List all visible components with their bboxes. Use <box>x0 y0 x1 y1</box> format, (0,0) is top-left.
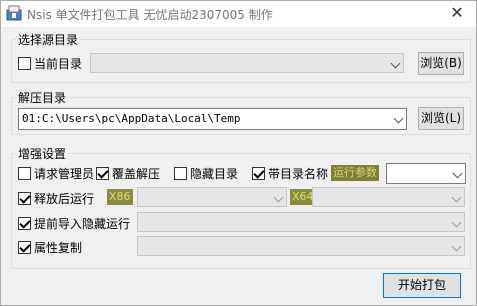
with-dir-name-checkbox[interactable] <box>252 167 265 180</box>
chevron-down-icon <box>452 168 463 179</box>
run-params-tag: 运行参数 <box>331 165 379 181</box>
chevron-down-icon <box>393 113 404 124</box>
request-admin-label[interactable]: 请求管理员 <box>34 165 94 182</box>
chevron-down-icon <box>451 192 462 203</box>
with-dir-name-label[interactable]: 带目录名称 <box>268 165 328 182</box>
app-window: Nsis 单文件打包工具 无忧启动2307005 制作 ✕ 选择源目录 当前目录… <box>0 0 477 306</box>
run-params-combo[interactable] <box>386 163 466 184</box>
extract-path-combo[interactable]: 01:C:\Users\pc\AppData\Local\Temp <box>18 108 407 130</box>
pre-import-combo[interactable] <box>137 212 465 232</box>
pre-import-checkbox[interactable] <box>18 217 31 230</box>
extract-group-legend: 解压目录 <box>18 91 67 105</box>
request-admin-checkbox[interactable] <box>18 167 31 180</box>
browse-extract-button[interactable]: 浏览(L) <box>418 107 464 130</box>
run-after-label[interactable]: 释放后运行 <box>34 190 94 207</box>
browse-source-button[interactable]: 浏览(B) <box>418 52 464 75</box>
run-after-checkbox[interactable] <box>18 192 31 205</box>
current-dir-label[interactable]: 当前目录 <box>34 55 82 72</box>
extract-path-value: 01:C:\Users\pc\AppData\Local\Temp <box>22 112 241 125</box>
chevron-down-icon <box>390 58 401 69</box>
overwrite-label[interactable]: 覆盖解压 <box>112 165 160 182</box>
hide-dir-label[interactable]: 隐藏目录 <box>190 165 238 182</box>
chevron-down-icon <box>451 217 462 228</box>
installer-box-icon <box>6 5 22 21</box>
overwrite-checkbox[interactable] <box>96 167 109 180</box>
x86-program-combo[interactable] <box>137 187 287 207</box>
current-dir-checkbox[interactable] <box>18 57 31 70</box>
chevron-down-icon <box>451 241 462 252</box>
enhance-group-legend: 增强设置 <box>18 147 67 161</box>
copy-attr-label[interactable]: 属性复制 <box>34 239 82 256</box>
copy-attr-checkbox[interactable] <box>18 241 31 254</box>
close-button[interactable]: ✕ <box>444 2 470 24</box>
hide-dir-checkbox[interactable] <box>174 167 187 180</box>
x64-program-combo[interactable] <box>312 187 465 207</box>
start-pack-button[interactable]: 开始打包 <box>383 273 461 298</box>
source-group-legend: 选择源目录 <box>18 33 79 47</box>
copy-attr-combo[interactable] <box>137 236 465 256</box>
source-path-combo[interactable] <box>90 53 404 73</box>
x86-tag: X86 <box>107 189 133 205</box>
title-bar: Nsis 单文件打包工具 无忧启动2307005 制作 ✕ <box>1 1 476 27</box>
pre-import-label[interactable]: 提前导入隐藏运行 <box>34 215 130 232</box>
window-title: Nsis 单文件打包工具 无忧启动2307005 制作 <box>27 8 273 22</box>
chevron-down-icon <box>273 192 284 203</box>
